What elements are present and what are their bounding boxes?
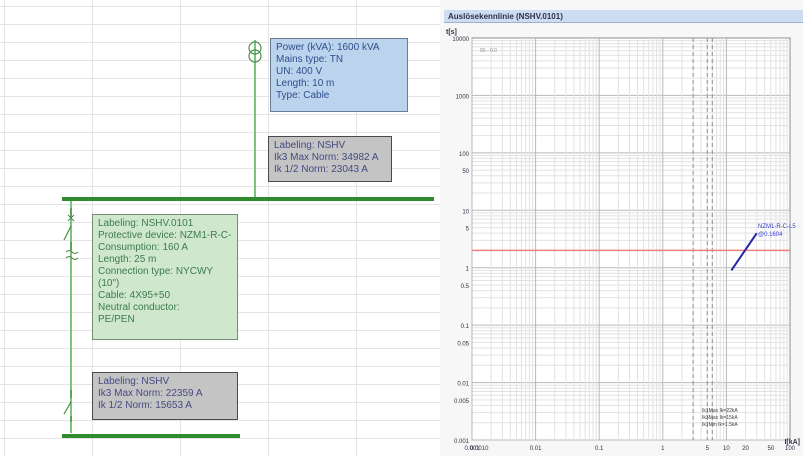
feeder-labeling: Labeling: NSHV.0101 <box>98 218 194 229</box>
y-tick-label: 1 <box>466 267 470 273</box>
x-tick-label: 100 <box>785 446 796 452</box>
transformer-power: Power (kVA): 1600 kVA <box>276 42 380 53</box>
y-tick-label: 50 <box>462 169 469 175</box>
sub-bus-info-box[interactable]: Labeling: NSHV Ik3 Max Norm: 22359 A Ik … <box>92 372 238 420</box>
y-tick-label: 0.5 <box>461 284 470 290</box>
main-bus-ik12: Ik 1/2 Norm: 23043 A <box>274 164 368 175</box>
main-bus-labeling: Labeling: NSHV <box>274 140 346 151</box>
circuit-breaker-icon[interactable] <box>60 206 82 274</box>
main-bus-info-box[interactable]: Labeling: NSHV Ik3 Max Norm: 34982 A Ik … <box>268 136 392 182</box>
switch-icon[interactable] <box>60 388 82 424</box>
trip-curve-window[interactable]: Auslösekennlinie (NSHV.0101) 10000 1000 10… <box>440 0 803 456</box>
x-axis-label: I[kA] <box>784 439 800 446</box>
sub-bus-ik12: Ik 1/2 Norm: 15653 A <box>98 400 192 411</box>
sub-bus-ik3: Ik3 Max Norm: 22359 A <box>98 388 203 399</box>
main-busbar[interactable] <box>62 197 434 201</box>
feeder-connection-type: Connection type: NYCWY <box>98 266 214 277</box>
ik-label: Ik1Min Ik=1.5kA <box>702 422 738 428</box>
y-tick-label: 0.001 <box>454 439 470 445</box>
transformer-length: Length: 10 m <box>276 78 335 89</box>
x-tick-label: 5 <box>706 446 710 452</box>
x-tick-label: 0.0010 <box>470 446 489 452</box>
y-tick-label: 10 <box>462 209 469 215</box>
feeder-neutral-value: PE/PEN <box>98 314 135 325</box>
x-tick-label: 20 <box>742 446 749 452</box>
feeder-protective-device: Protective device: NZM1-R-C-L5 <box>98 230 232 241</box>
feeder-cable: Cable: 4X95+50 <box>98 290 171 301</box>
x-tick-label: 1 <box>661 446 665 452</box>
sub-busbar[interactable] <box>62 434 240 438</box>
main-bus-ik3: Ik3 Max Norm: 34982 A <box>274 152 379 163</box>
feeder-length: Length: 25 m <box>98 254 157 265</box>
sub-bus-labeling: Labeling: NSHV <box>98 376 170 387</box>
y-tick-label: 5 <box>466 227 470 233</box>
single-line-diagram[interactable]: Power (kVA): 1600 kVA Mains type: TN UN:… <box>0 0 440 456</box>
y-axis-label: t[s] <box>446 29 457 36</box>
x-tick-label: 0.1 <box>595 446 604 452</box>
feeder-info-box[interactable]: Labeling: NSHV.0101 Protective device: N… <box>92 214 238 340</box>
curve-label: NZM1-R-C-L5 <box>758 224 796 230</box>
y-tick-label: 0.05 <box>457 341 469 347</box>
ik-label: Ik3Max Ik=15kA <box>702 415 738 421</box>
ik-label: Ik1Max Ik=22kA <box>702 408 738 414</box>
transformer-info-box[interactable]: Power (kVA): 1600 kVA Mains type: TN UN:… <box>270 38 408 112</box>
feeder-neutral-label: Neutral conductor: <box>98 302 180 313</box>
corner-text: 80 - 0.0 <box>480 48 497 54</box>
x-tick-label: 50 <box>768 446 775 452</box>
trip-curve-chart[interactable]: 10000 1000 100 50 10 5 1 0.5 0.1 0.05 0.01 0.005 0.0… <box>440 0 803 456</box>
y-tick-label: 10000 <box>452 37 469 43</box>
transformer-icon[interactable] <box>245 40 265 66</box>
feeder-connection-type-cont: (10") <box>98 278 120 289</box>
y-tick-label: 0.1 <box>461 324 470 330</box>
y-tick-label: 0.01 <box>457 382 469 388</box>
y-tick-label: 0.005 <box>454 399 470 405</box>
transformer-type: Type: Cable <box>276 90 330 101</box>
x-tick-label: 0.01 <box>530 446 542 452</box>
x-tick-label: 10 <box>723 446 730 452</box>
feeder-consumption: Consumption: 160 A <box>98 242 189 253</box>
transformer-voltage: UN: 400 V <box>276 66 323 77</box>
transformer-mains-type: Mains type: TN <box>276 54 344 65</box>
curve-label: @0.1604 <box>758 232 783 238</box>
y-tick-label: 1000 <box>456 94 470 100</box>
y-tick-label: 100 <box>459 152 470 158</box>
